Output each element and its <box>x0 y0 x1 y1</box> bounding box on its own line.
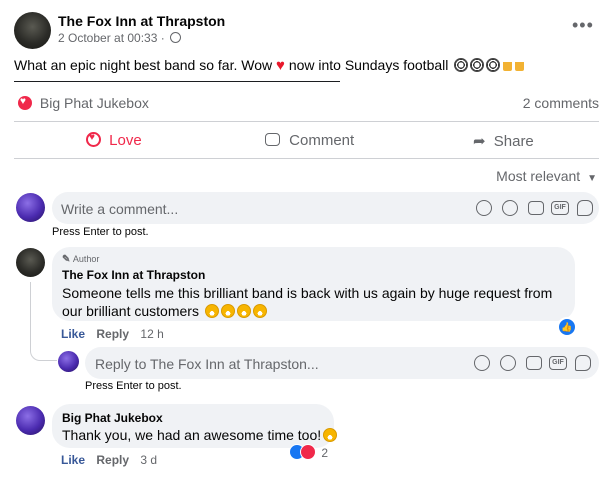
comment-icon <box>265 133 280 146</box>
comment-actions: Like Reply 3 d <box>61 453 157 467</box>
pen-icon: ✎ <box>62 254 71 265</box>
user-avatar[interactable] <box>58 351 79 372</box>
beer-emoji-icon <box>515 59 525 71</box>
post-timestamp[interactable]: 2 October at 00:33 · <box>58 31 182 45</box>
like-reaction-icon[interactable]: 👍 <box>557 317 577 337</box>
love-reaction-icon <box>300 444 316 460</box>
comment-author-name[interactable]: The Fox Inn at Thrapston <box>62 268 205 282</box>
grin-emoji-icon <box>236 304 251 318</box>
comment-time[interactable]: 12 h <box>140 327 163 341</box>
like-link[interactable]: Like <box>61 453 85 467</box>
post-author-name[interactable]: The Fox Inn at Thrapston <box>58 13 225 29</box>
soccer-ball-emoji-icon <box>454 58 469 72</box>
thread-line <box>30 282 57 361</box>
comment-actions: Like Reply 12 h <box>61 327 164 341</box>
reply-link[interactable]: Reply <box>96 327 129 341</box>
author-badge: ✎ Author <box>62 254 99 265</box>
chevron-down-icon: ▼ <box>587 173 597 184</box>
reply-link[interactable]: Reply <box>96 453 129 467</box>
post-timestamp-text: 2 October at 00:33 · <box>58 31 165 45</box>
reaction-count: 2 <box>321 446 329 460</box>
comment-text-body: Someone tells me this brilliant band is … <box>62 285 553 319</box>
soccer-ball-emoji-icon <box>486 58 501 72</box>
globe-icon <box>170 32 182 43</box>
comment-author-avatar[interactable] <box>16 406 45 435</box>
comment-author-name[interactable]: Big Phat Jukebox <box>62 411 163 425</box>
emoji-icon[interactable] <box>502 200 518 216</box>
beer-emoji-icon <box>503 59 513 71</box>
grin-emoji-icon <box>204 304 219 318</box>
actions-top-divider <box>14 121 599 122</box>
reply-input-box[interactable]: Reply to The Fox Inn at Thrapston... GIF <box>85 347 599 379</box>
reactions-summary[interactable]: ♥ Big Phat Jukebox <box>18 95 149 111</box>
love-reaction-icon: ♥ <box>86 132 101 147</box>
share-button-label: Share <box>493 133 534 150</box>
emoji-icon[interactable] <box>500 355 516 371</box>
avatar-sticker-icon[interactable] <box>476 200 492 216</box>
sort-label: Most relevant <box>496 168 581 184</box>
write-comment-box[interactable]: Write a comment... GIF <box>52 192 599 224</box>
user-avatar[interactable] <box>16 193 45 222</box>
grin-emoji-icon <box>252 304 267 318</box>
like-link[interactable]: Like <box>61 327 85 341</box>
sticker-icon[interactable] <box>577 200 593 216</box>
comments-count[interactable]: 2 comments <box>523 95 599 111</box>
camera-icon[interactable] <box>526 356 542 370</box>
love-button[interactable]: ♥ Love <box>86 132 142 149</box>
comment-bubble: ✎ Author The Fox Inn at Thrapston Someon… <box>52 247 575 321</box>
post-text-part2: now into Sundays football <box>288 57 449 73</box>
love-reaction-icon: ♥ <box>18 96 32 110</box>
share-icon: ➦ <box>473 133 486 150</box>
comment-text: Someone tells me this brilliant band is … <box>62 284 567 320</box>
sticker-icon[interactable] <box>575 355 591 371</box>
camera-icon[interactable] <box>528 201 544 215</box>
more-options-icon[interactable]: ••• <box>572 16 594 34</box>
post-text-part1: What an epic night best band so far. Wow <box>14 57 273 73</box>
avatar-sticker-icon[interactable] <box>474 355 490 371</box>
comment-bubble: Big Phat Jukebox Thank you, we had an aw… <box>52 404 338 448</box>
reply-hint: Press Enter to post. <box>85 380 182 392</box>
comment-input-placeholder[interactable]: Write a comment... <box>61 201 178 217</box>
gif-icon[interactable]: GIF <box>551 201 569 215</box>
comment-button-label: Comment <box>289 132 355 149</box>
grin-emoji-icon <box>323 428 338 442</box>
comment-time[interactable]: 3 d <box>140 453 157 467</box>
gif-icon[interactable]: GIF <box>549 356 567 370</box>
share-button[interactable]: ➦ Share <box>473 132 534 150</box>
reply-input-placeholder[interactable]: Reply to The Fox Inn at Thrapston... <box>95 356 319 372</box>
author-badge-label: Author <box>72 254 100 264</box>
grin-emoji-icon <box>220 304 235 318</box>
post-header-divider <box>14 81 340 82</box>
post-text: What an epic night best band so far. Wow… <box>14 57 525 74</box>
actions-bottom-divider <box>14 158 599 159</box>
red-heart-emoji-icon: ♥ <box>276 57 285 74</box>
comment-button[interactable]: Comment <box>265 132 354 149</box>
comment-hint: Press Enter to post. <box>52 226 149 238</box>
comment-reactions[interactable]: 2 <box>289 444 328 460</box>
page-avatar[interactable] <box>14 12 51 49</box>
love-button-label: Love <box>109 132 142 149</box>
reactor-name[interactable]: Big Phat Jukebox <box>40 95 149 111</box>
sort-dropdown[interactable]: Most relevant ▼ <box>496 168 597 184</box>
comment-author-avatar[interactable] <box>16 248 45 277</box>
comment-text-body: Thank you, we had an awesome time too! <box>62 427 322 443</box>
comment-text: Thank you, we had an awesome time too! <box>62 427 338 443</box>
soccer-ball-emoji-icon <box>470 58 485 72</box>
